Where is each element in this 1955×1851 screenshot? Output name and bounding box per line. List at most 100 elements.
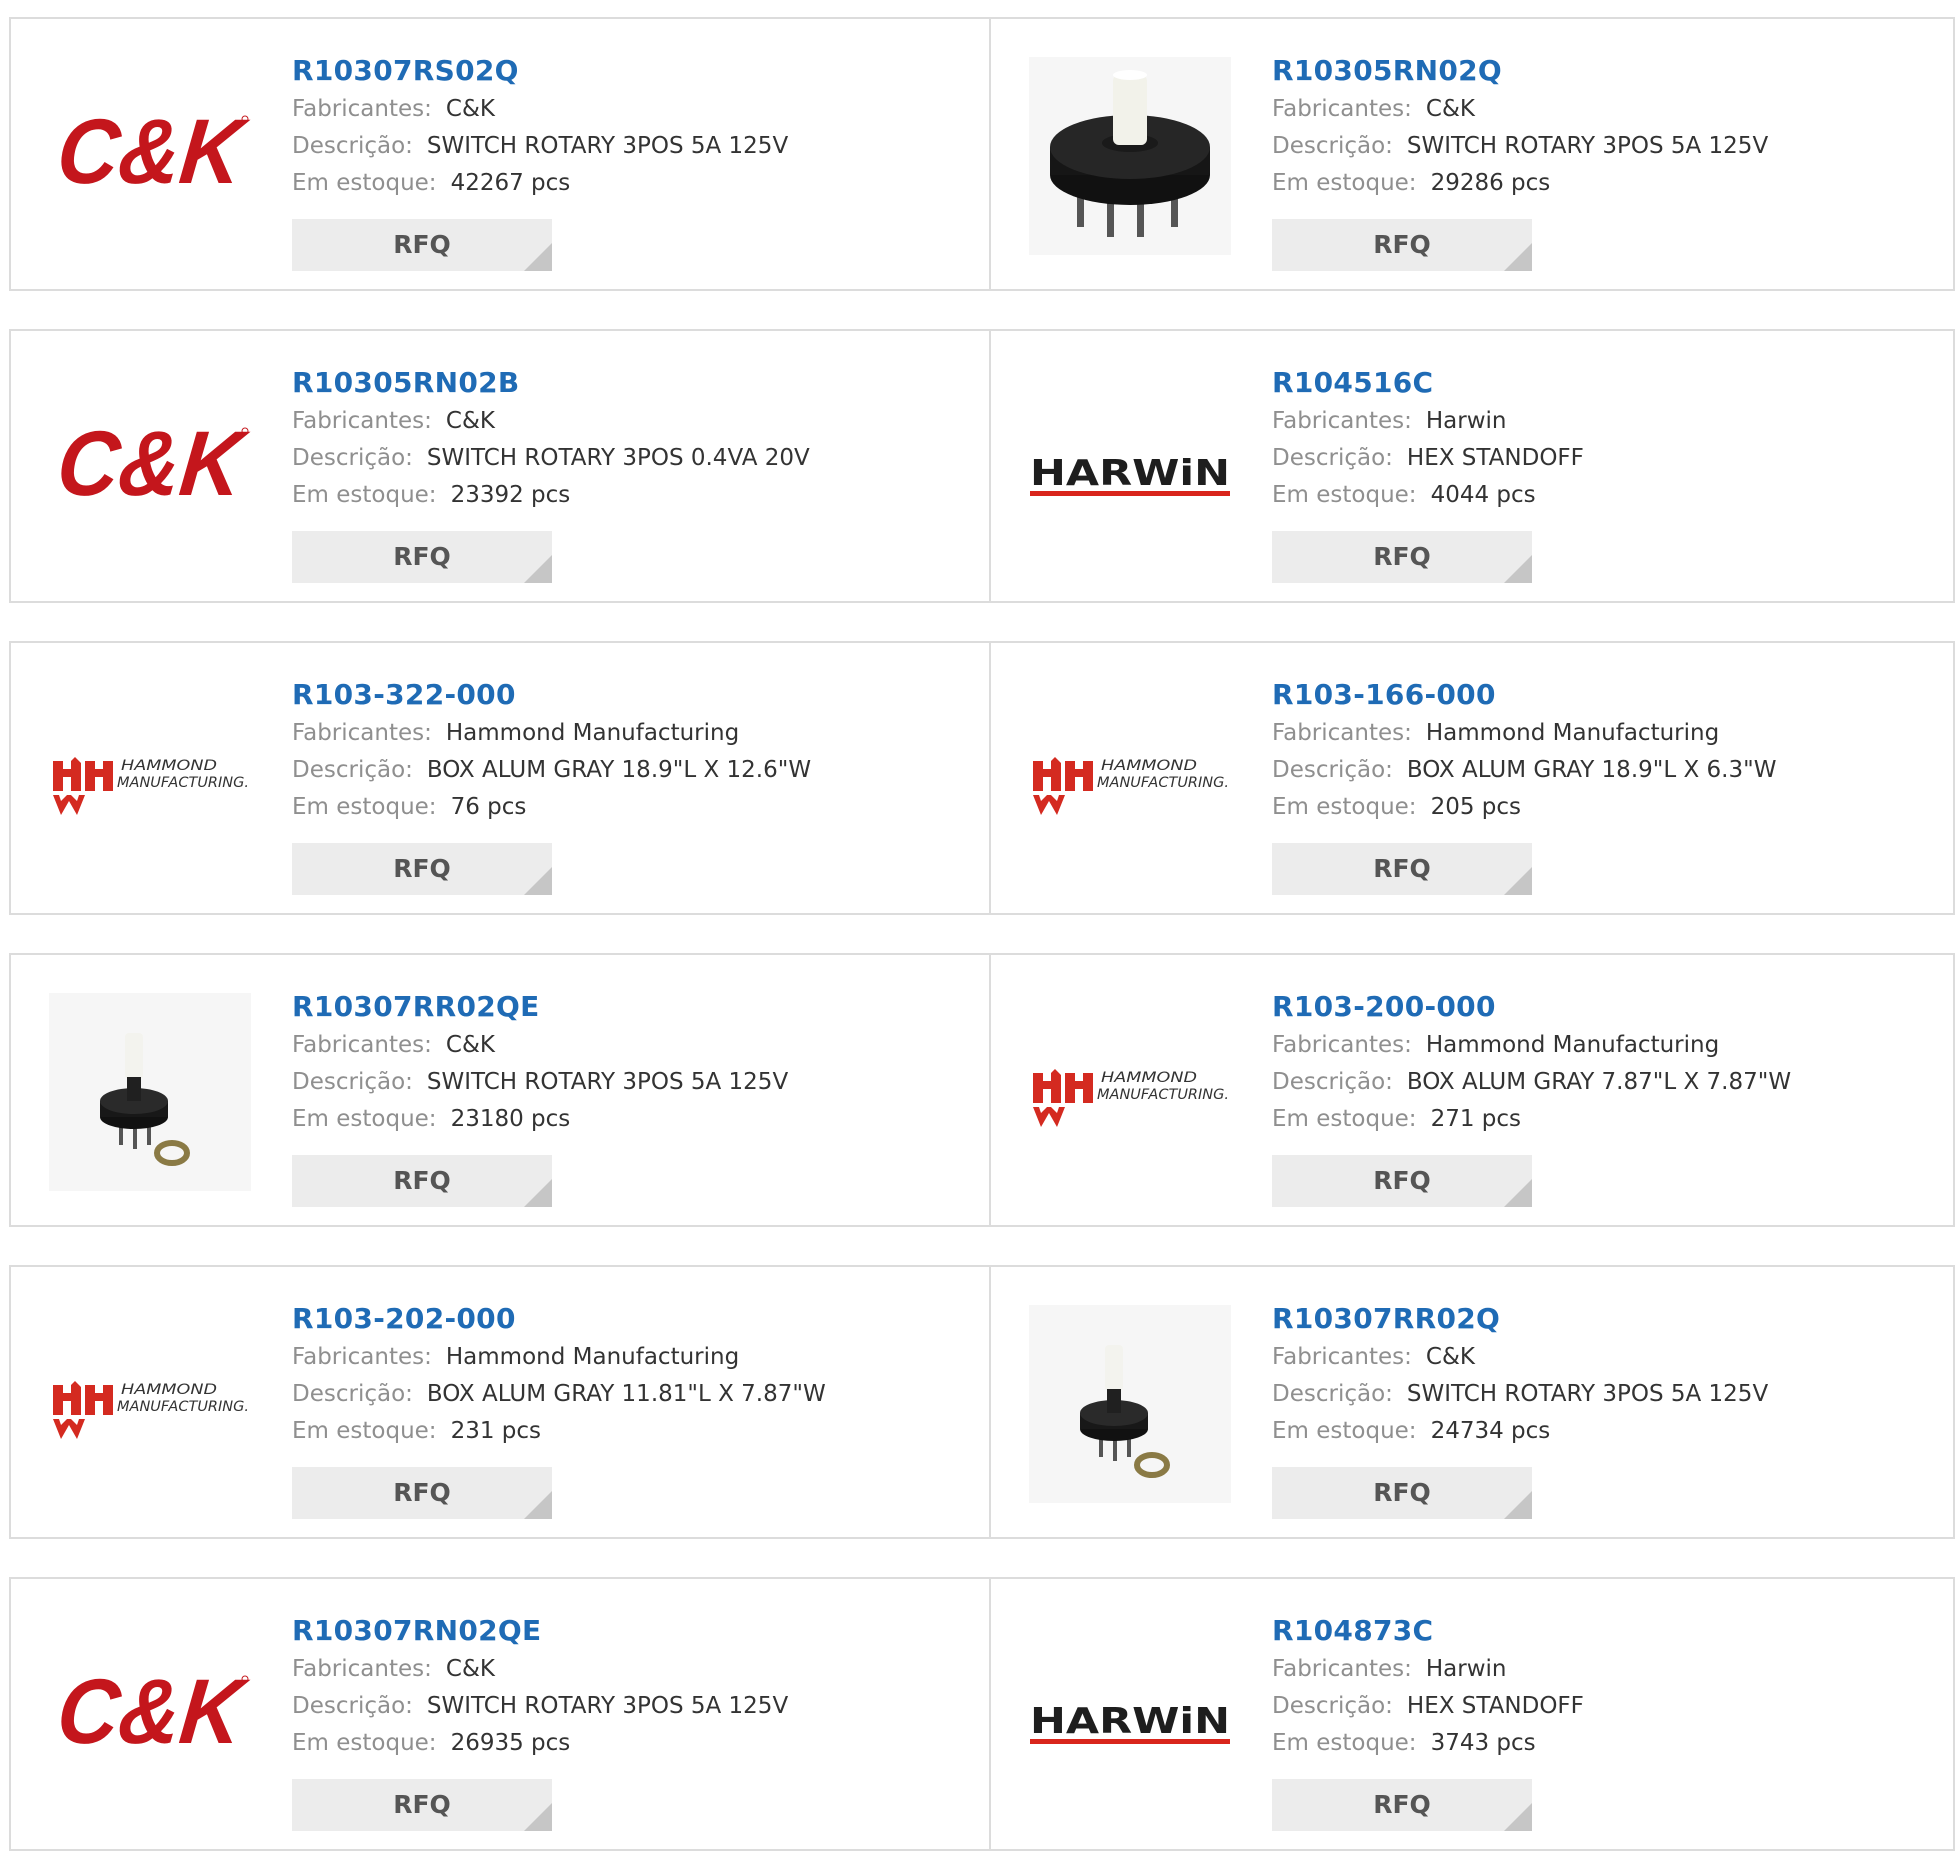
rfq-button[interactable]: RFQ bbox=[1272, 531, 1532, 583]
description-line: Descrição: BOX ALUM GRAY 18.9"L X 6.3"W bbox=[1272, 752, 1776, 789]
part-number-link[interactable]: R104873C bbox=[1272, 1611, 1584, 1651]
corner-triangle-icon bbox=[524, 867, 552, 895]
description-value: BOX ALUM GRAY 7.87"L X 7.87"W bbox=[1406, 1069, 1792, 1095]
stock-label: Em estoque: bbox=[1272, 1730, 1417, 1756]
stock-label: Em estoque: bbox=[292, 482, 437, 508]
manufacturer-value: Harwin bbox=[1425, 1656, 1507, 1682]
part-number-link[interactable]: R103-200-000 bbox=[1272, 987, 1791, 1027]
harwin-logo-image[interactable]: HARWiN bbox=[1029, 1617, 1231, 1815]
manufacturer-line: Fabricantes: C&K bbox=[1272, 91, 1768, 128]
part-number-link[interactable]: R10307RS02Q bbox=[292, 51, 788, 91]
product-info: R10307RS02Q Fabricantes: C&K Descrição: SWIT… bbox=[292, 51, 788, 202]
part-number-link[interactable]: R10305RN02Q bbox=[1272, 51, 1768, 91]
manufacturer-line: Fabricantes: Harwin bbox=[1272, 1651, 1584, 1688]
stock-value: 24734 pcs bbox=[1430, 1418, 1551, 1444]
manufacturer-label: Fabricantes: bbox=[1272, 1656, 1412, 1682]
corner-triangle-icon bbox=[524, 1491, 552, 1519]
stock-label: Em estoque: bbox=[292, 1106, 437, 1132]
svg-text:C&K: C&K bbox=[53, 411, 251, 515]
part-number-link[interactable]: R10307RR02Q bbox=[1272, 1299, 1768, 1339]
corner-triangle-icon bbox=[524, 243, 552, 271]
svg-text:C&K: C&K bbox=[53, 1659, 251, 1763]
product-card: R10307RR02QE Fabricantes: C&K Descrição: SWI… bbox=[11, 955, 989, 1225]
rotary-switch-with-nut-product-image[interactable] bbox=[49, 993, 251, 1191]
rfq-button[interactable]: RFQ bbox=[292, 1155, 552, 1207]
part-number-link[interactable]: R10307RN02QE bbox=[292, 1611, 788, 1651]
product-info: R104516C Fabricantes: Harwin Descrição: HEX … bbox=[1272, 363, 1584, 514]
ck-logo-image[interactable]: C&K bbox=[49, 57, 251, 255]
manufacturer-line: Fabricantes: Hammond Manufacturing bbox=[1272, 715, 1776, 752]
rotary-switch-with-nut-product-image[interactable] bbox=[1029, 1305, 1231, 1503]
stock-value: 76 pcs bbox=[450, 794, 527, 820]
manufacturer-line: Fabricantes: C&K bbox=[292, 1027, 788, 1064]
stock-label: Em estoque: bbox=[292, 1730, 437, 1756]
manufacturer-line: Fabricantes: C&K bbox=[1272, 1339, 1768, 1376]
product-card: R10305RN02Q Fabricantes: C&K Descrição: SWIT… bbox=[989, 19, 1955, 289]
product-card: C&K R10307RS02Q Fabricantes: C&K Descrição: S… bbox=[11, 19, 989, 289]
rfq-button[interactable]: RFQ bbox=[1272, 219, 1532, 271]
stock-value: 4044 pcs bbox=[1430, 482, 1536, 508]
hammond-logo-image[interactable]: HAMMOND MANUFACTURING. bbox=[1029, 993, 1231, 1191]
rfq-button-label: RFQ bbox=[393, 1478, 451, 1507]
ck-logo-image[interactable]: C&K bbox=[49, 1617, 251, 1815]
rfq-button[interactable]: RFQ bbox=[292, 1779, 552, 1831]
ck-logo-image[interactable]: C&K bbox=[49, 369, 251, 567]
svg-text:HAMMOND: HAMMOND bbox=[121, 1382, 217, 1398]
product-info: R10307RN02QE Fabricantes: C&K Descrição: SWI… bbox=[292, 1611, 788, 1762]
hammond-logo-image[interactable]: HAMMOND MANUFACTURING. bbox=[49, 1305, 251, 1503]
stock-line: Em estoque: 76 pcs bbox=[292, 789, 811, 826]
description-label: Descrição: bbox=[1272, 1069, 1393, 1095]
part-number-link[interactable]: R10307RR02QE bbox=[292, 987, 788, 1027]
product-row: C&K R10307RN02QE Fabricantes: C&K Descrição:… bbox=[9, 1577, 1955, 1851]
product-row: C&K R10305RN02B Fabricantes: C&K Descrição: S… bbox=[9, 329, 1955, 603]
rfq-button[interactable]: RFQ bbox=[1272, 1467, 1532, 1519]
rfq-button[interactable]: RFQ bbox=[1272, 1779, 1532, 1831]
part-number-link[interactable]: R103-322-000 bbox=[292, 675, 811, 715]
part-number-link[interactable]: R104516C bbox=[1272, 363, 1584, 403]
svg-text:MANUFACTURING.: MANUFACTURING. bbox=[1097, 775, 1229, 791]
product-card: HAMMOND MANUFACTURING. R103-322-000 Fabrica… bbox=[11, 643, 989, 913]
hammond-logo-image[interactable]: HAMMOND MANUFACTURING. bbox=[49, 681, 251, 879]
stock-line: Em estoque: 271 pcs bbox=[1272, 1101, 1791, 1138]
rfq-button-label: RFQ bbox=[1373, 1166, 1431, 1195]
description-line: Descrição: BOX ALUM GRAY 7.87"L X 7.87"W bbox=[1272, 1064, 1791, 1101]
manufacturer-label: Fabricantes: bbox=[292, 1032, 432, 1058]
stock-line: Em estoque: 23392 pcs bbox=[292, 477, 810, 514]
description-line: Descrição: HEX STANDOFF bbox=[1272, 1688, 1584, 1725]
manufacturer-line: Fabricantes: C&K bbox=[292, 403, 810, 440]
harwin-logo-image[interactable]: HARWiN bbox=[1029, 369, 1231, 567]
rfq-button-label: RFQ bbox=[1373, 1478, 1431, 1507]
manufacturer-label: Fabricantes: bbox=[1272, 1344, 1412, 1370]
rfq-button[interactable]: RFQ bbox=[292, 1467, 552, 1519]
manufacturer-line: Fabricantes: Hammond Manufacturing bbox=[1272, 1027, 1791, 1064]
rfq-button[interactable]: RFQ bbox=[1272, 843, 1532, 895]
svg-text:HARWiN: HARWiN bbox=[1030, 453, 1230, 494]
corner-triangle-icon bbox=[524, 555, 552, 583]
part-number-link[interactable]: R103-166-000 bbox=[1272, 675, 1776, 715]
stock-value: 23180 pcs bbox=[450, 1106, 571, 1132]
manufacturer-label: Fabricantes: bbox=[292, 96, 432, 122]
part-number-link[interactable]: R10305RN02B bbox=[292, 363, 810, 403]
corner-triangle-icon bbox=[1504, 1179, 1532, 1207]
description-label: Descrição: bbox=[292, 1381, 413, 1407]
description-value: SWITCH ROTARY 3POS 5A 125V bbox=[1406, 1381, 1769, 1407]
rfq-button[interactable]: RFQ bbox=[1272, 1155, 1532, 1207]
rfq-button[interactable]: RFQ bbox=[292, 219, 552, 271]
product-card: HARWiN R104873C Fabricantes: Harwin Descriçã… bbox=[989, 1579, 1955, 1849]
description-label: Descrição: bbox=[1272, 445, 1393, 471]
rfq-button[interactable]: RFQ bbox=[292, 531, 552, 583]
description-value: HEX STANDOFF bbox=[1406, 445, 1584, 471]
manufacturer-line: Fabricantes: C&K bbox=[292, 91, 788, 128]
rfq-button-label: RFQ bbox=[1373, 1790, 1431, 1819]
stock-line: Em estoque: 29286 pcs bbox=[1272, 165, 1768, 202]
manufacturer-label: Fabricantes: bbox=[292, 720, 432, 746]
stock-label: Em estoque: bbox=[1272, 482, 1417, 508]
rotary-switch-product-image[interactable] bbox=[1029, 57, 1231, 255]
manufacturer-label: Fabricantes: bbox=[292, 408, 432, 434]
rfq-button-label: RFQ bbox=[393, 1790, 451, 1819]
stock-label: Em estoque: bbox=[1272, 1418, 1417, 1444]
rfq-button[interactable]: RFQ bbox=[292, 843, 552, 895]
product-info: R10305RN02B Fabricantes: C&K Descrição: SWIT… bbox=[292, 363, 810, 514]
part-number-link[interactable]: R103-202-000 bbox=[292, 1299, 826, 1339]
hammond-logo-image[interactable]: HAMMOND MANUFACTURING. bbox=[1029, 681, 1231, 879]
